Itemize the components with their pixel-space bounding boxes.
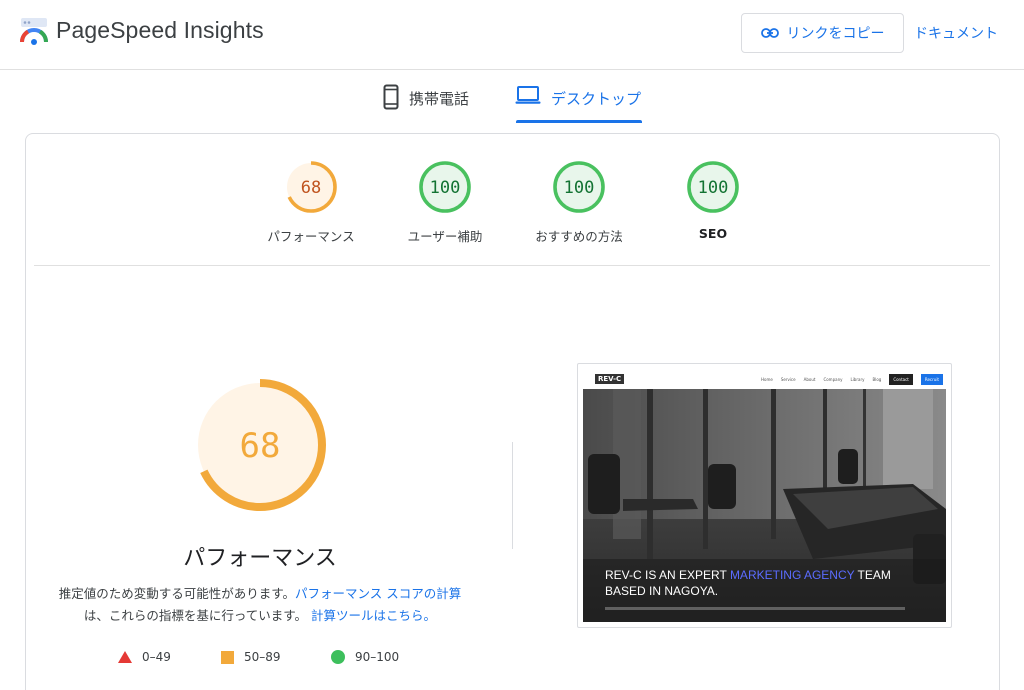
- gauge-seo-label: SEO: [698, 226, 728, 241]
- copy-link-button[interactable]: リンクをコピー: [741, 13, 904, 53]
- thumb-nav: REV-C Home Service About Company Library…: [583, 369, 946, 389]
- performance-big-gauge: 68: [194, 379, 326, 511]
- pagespeed-logo-icon: [20, 18, 48, 45]
- thumb-headline-c: TEAM: [854, 568, 891, 582]
- laptop-icon: [515, 86, 541, 104]
- page-screenshot: REV-C Home Service About Company Library…: [583, 369, 946, 622]
- tab-desktop-label: デスクトップ: [551, 90, 642, 108]
- note-prefix: 推定値のため変動する可能性があります。: [58, 586, 296, 601]
- gauge-performance-score: 68: [301, 178, 321, 198]
- thumb-nav-company: Company: [823, 377, 843, 382]
- gauge-performance[interactable]: 68 パフォーマンス: [246, 160, 376, 245]
- tab-desktop[interactable]: デスクトップ: [515, 84, 641, 124]
- legend-average: 50–89: [221, 650, 281, 664]
- legend-fail: 0–49: [118, 650, 171, 664]
- performance-big-score: 68: [240, 426, 281, 466]
- thumb-nav-contact: Contact: [889, 374, 913, 385]
- thumb-nav-recruit: Recruit: [920, 374, 943, 385]
- thumb-headline-line2: BASED IN NAGOYA.: [605, 584, 719, 598]
- app-title: PageSpeed Insights: [56, 17, 264, 43]
- note-middle: は、これらの指標を基に行っています。: [83, 608, 308, 623]
- thumb-nav-library: Library: [850, 377, 865, 382]
- section-divider: [512, 442, 513, 549]
- page-screenshot-frame[interactable]: REV-C Home Service About Company Library…: [577, 363, 952, 628]
- legend-average-range: 50–89: [244, 650, 281, 664]
- gauge-performance-ring: 68: [285, 161, 337, 213]
- thumb-nav-about: About: [803, 377, 816, 382]
- copy-link-label: リンクをコピー: [786, 26, 885, 42]
- square-icon: [221, 650, 234, 664]
- gauge-best-practices-score: 100: [564, 178, 595, 198]
- gauge-best-practices-label: おすすめの方法: [535, 229, 623, 244]
- gauge-accessibility-score: 100: [430, 178, 461, 198]
- gauges-divider: [34, 265, 990, 266]
- tab-mobile-label: 携帯電話: [409, 90, 470, 108]
- thumb-brand: REV-C: [595, 374, 625, 384]
- selected-tab-indicator: [516, 120, 642, 123]
- triangle-icon: [118, 651, 132, 663]
- gauge-accessibility-ring: 100: [419, 161, 471, 213]
- gauge-accessibility[interactable]: 100 ユーザー補助: [380, 160, 510, 245]
- thumb-headline-b: MARKETING AGENCY: [729, 568, 855, 582]
- legend-pass-range: 90–100: [355, 650, 400, 664]
- score-calculation-link[interactable]: パフォーマンス スコアの計算: [295, 586, 461, 601]
- top-header: PageSpeed Insights リンクをコピー ドキュメント: [0, 0, 1024, 70]
- thumb-headline-a: REV-C IS AN EXPERT: [605, 568, 730, 582]
- docs-link[interactable]: ドキュメント: [914, 23, 998, 43]
- gauge-best-practices-ring: 100: [553, 161, 605, 213]
- gauge-performance-label: パフォーマンス: [267, 229, 355, 244]
- legend-pass: 90–100: [331, 650, 399, 664]
- performance-title: パフォーマンス: [183, 546, 337, 571]
- thumb-nav-home: Home: [761, 377, 773, 382]
- thumb-nav-blog: Blog: [872, 377, 882, 382]
- link-icon: [760, 28, 779, 38]
- tab-mobile[interactable]: 携帯電話: [383, 84, 469, 124]
- gauge-best-practices[interactable]: 100 おすすめの方法: [514, 160, 644, 245]
- gauge-accessibility-label: ユーザー補助: [407, 229, 483, 244]
- performance-note: 推定値のため変動する可能性があります。パフォーマンス スコアの計算 は、これらの…: [40, 583, 480, 627]
- smartphone-icon: [383, 84, 399, 110]
- thumb-subtext-line: [605, 607, 905, 610]
- gauge-seo[interactable]: 100 SEO: [648, 160, 778, 241]
- thumb-headline: REV-C IS AN EXPERT MARKETING AGENCY TEAM…: [605, 567, 891, 599]
- gauge-seo-ring: 100: [687, 161, 739, 213]
- calculator-link[interactable]: 計算ツールはこちら。: [311, 608, 436, 623]
- legend-fail-range: 0–49: [142, 650, 171, 664]
- thumb-nav-service: Service: [780, 377, 796, 382]
- gauge-seo-score: 100: [698, 178, 729, 198]
- circle-icon: [331, 650, 345, 664]
